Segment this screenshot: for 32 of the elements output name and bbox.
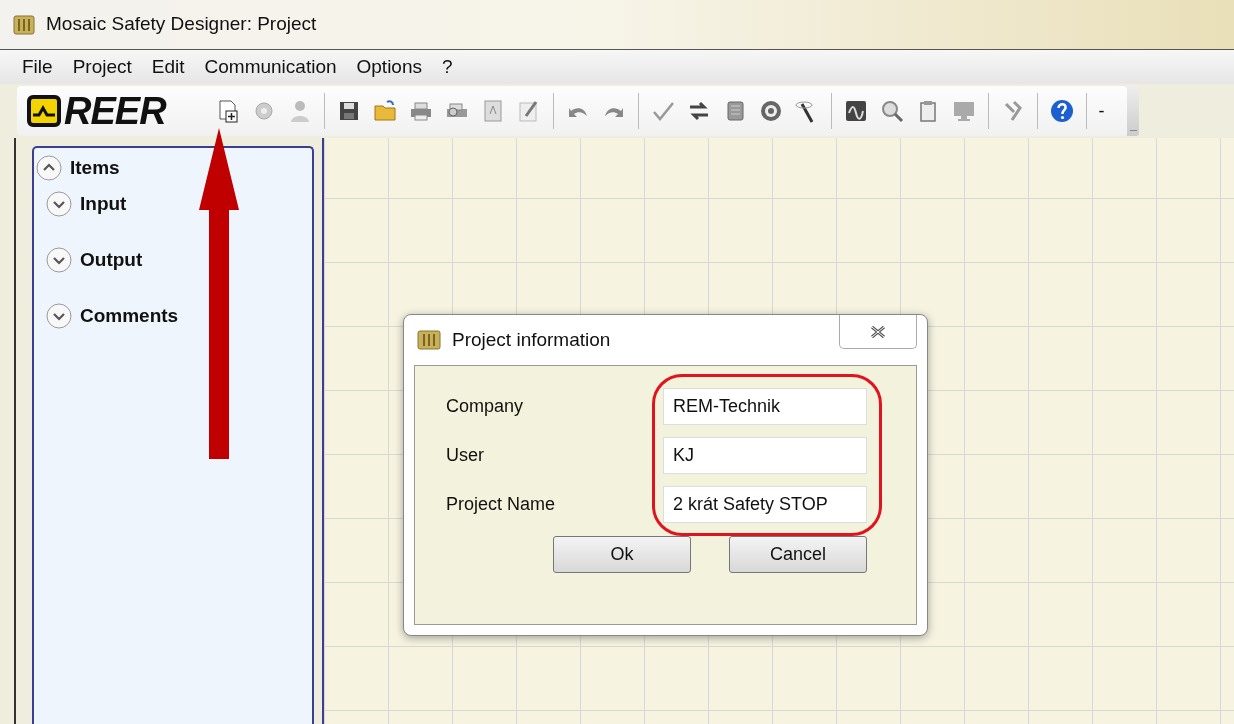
app-icon (416, 328, 442, 352)
close-icon (869, 324, 887, 339)
category-item[interactable]: Output (46, 232, 312, 288)
toolbar-overflow[interactable]: - (1098, 97, 1105, 125)
field-label: User (446, 444, 484, 467)
expand-icon (46, 191, 72, 217)
logo-icon (27, 95, 61, 127)
menu-item[interactable]: Project (62, 54, 142, 80)
expand-icon (46, 303, 72, 329)
menu-item[interactable]: ? (432, 54, 463, 80)
collapse-icon (36, 155, 62, 181)
dialog-title: Project information (452, 327, 611, 352)
brand-logo-text: REER (64, 92, 166, 130)
input-field[interactable]: KJ (663, 437, 867, 474)
help-icon[interactable] (1048, 98, 1075, 124)
menu-item[interactable]: Options (346, 54, 432, 80)
folder-icon[interactable] (371, 98, 398, 124)
category-item[interactable]: Comments (46, 288, 312, 344)
dialog-button[interactable]: Ok (553, 536, 691, 573)
menu-item[interactable]: Communication (194, 54, 347, 80)
dialog-button[interactable]: Cancel (729, 536, 867, 573)
close-button[interactable] (839, 315, 917, 349)
menu-item[interactable]: Edit (141, 54, 195, 80)
field-label: Company (446, 395, 524, 418)
expand-icon (46, 247, 72, 273)
window-title: Mosaic Safety Designer: Project (46, 12, 317, 37)
app-icon (12, 12, 36, 37)
menu-item[interactable]: File (12, 54, 63, 80)
field-label: Project Name (446, 493, 556, 516)
input-field[interactable]: 2 krát Safety STOP (663, 486, 867, 523)
toolbar-grip[interactable] (1127, 86, 1139, 136)
input-field[interactable]: REM-Technik (663, 388, 867, 425)
